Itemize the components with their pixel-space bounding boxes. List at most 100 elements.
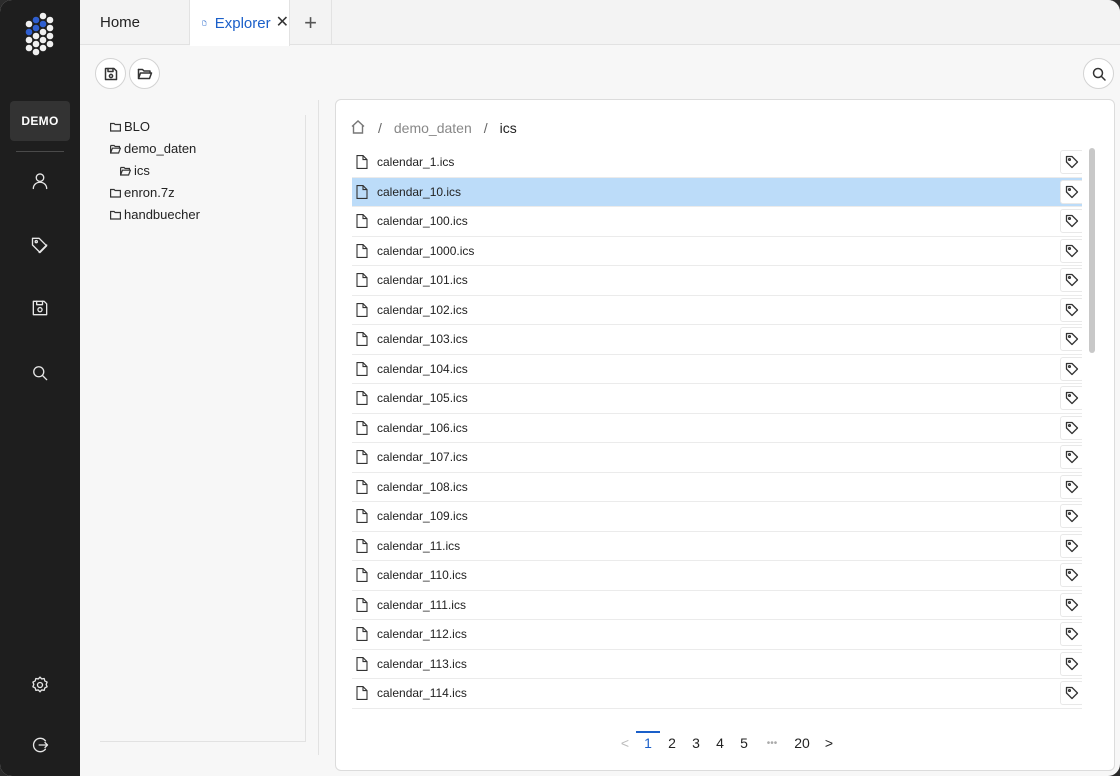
- pagination: < 1 2 3 4 5 ••• 20 >: [614, 731, 842, 754]
- tag-button[interactable]: [1060, 356, 1082, 381]
- tag-button[interactable]: [1060, 268, 1082, 292]
- tag-icon: [1065, 539, 1079, 552]
- add-tab-button[interactable]: +: [290, 0, 332, 45]
- file-row[interactable]: calendar_107.ics: [352, 443, 1082, 473]
- file-row[interactable]: calendar_105.ics: [352, 384, 1082, 414]
- sidebar-item-settings[interactable]: [26, 671, 54, 699]
- file-row[interactable]: calendar_111.ics: [352, 591, 1082, 620]
- tree-item-ics[interactable]: ics: [120, 163, 150, 178]
- open-folder-button[interactable]: [129, 58, 160, 89]
- file-row[interactable]: calendar_100.ics: [352, 207, 1082, 237]
- tag-button[interactable]: [1060, 622, 1082, 646]
- file-list: calendar_1.ics calendar_10.ics calendar_10…: [352, 148, 1082, 714]
- file-name: calendar_11.ics: [377, 538, 461, 553]
- file-name: calendar_102.ics: [377, 302, 468, 317]
- breadcrumb-demo-daten[interactable]: demo_daten: [394, 120, 472, 136]
- scrollbar[interactable]: [1086, 148, 1098, 714]
- tag-button[interactable]: [1060, 415, 1082, 440]
- tag-button[interactable]: [1060, 238, 1082, 263]
- file-name: calendar_114.ics: [377, 686, 467, 701]
- file-icon: [356, 627, 368, 642]
- sidebar-item-save[interactable]: [26, 294, 54, 322]
- file-row[interactable]: calendar_1.ics: [352, 148, 1082, 178]
- file-row[interactable]: calendar_11.ics: [352, 532, 1082, 561]
- file-row[interactable]: calendar_113.ics: [352, 650, 1082, 679]
- tab-home[interactable]: Home: [80, 0, 190, 45]
- tag-icon: [1065, 450, 1079, 464]
- page-2[interactable]: 2: [660, 735, 684, 751]
- file-row[interactable]: calendar_1000.ics: [352, 237, 1082, 266]
- logo-dot: [32, 24, 40, 32]
- page-5[interactable]: 5: [732, 735, 756, 751]
- tag-button[interactable]: [1060, 563, 1082, 587]
- file-icon: [356, 479, 368, 494]
- file-row[interactable]: calendar_106.ics: [352, 414, 1082, 443]
- tree-item-demo-daten[interactable]: demo_daten: [110, 141, 196, 156]
- page-4[interactable]: 4: [708, 735, 732, 751]
- file-icon: [356, 538, 368, 553]
- sidebar-item-user[interactable]: [26, 167, 54, 195]
- tag-button[interactable]: [1060, 386, 1082, 410]
- file-icon: [356, 656, 368, 671]
- breadcrumb-separator: /: [378, 120, 382, 136]
- tag-button[interactable]: [1060, 681, 1082, 705]
- tag-button[interactable]: [1060, 209, 1082, 233]
- scrollbar-thumb[interactable]: [1089, 148, 1095, 353]
- page-3[interactable]: 3: [684, 735, 708, 751]
- logo-dot: [32, 16, 40, 24]
- tag-button[interactable]: [1060, 297, 1082, 322]
- tag-button[interactable]: [1060, 592, 1082, 617]
- tag-button[interactable]: [1060, 504, 1082, 528]
- file-name: calendar_112.ics: [377, 627, 467, 642]
- tree-item-enron[interactable]: enron.7z: [110, 185, 175, 200]
- file-row[interactable]: calendar_110.ics: [352, 561, 1082, 591]
- logo-dot: [46, 16, 54, 24]
- sidebar-item-tags[interactable]: [26, 231, 54, 259]
- search-button[interactable]: [1083, 58, 1114, 89]
- tag-button[interactable]: [1060, 651, 1082, 676]
- file-name: calendar_113.ics: [377, 656, 467, 671]
- pagination-ellipsis[interactable]: •••: [756, 738, 788, 749]
- tag-icon: [1065, 686, 1079, 700]
- save-button[interactable]: [95, 58, 126, 89]
- file-row[interactable]: calendar_102.ics: [352, 296, 1082, 325]
- breadcrumb: / demo_daten / ics: [350, 118, 517, 138]
- page-1[interactable]: 1: [636, 731, 660, 751]
- next-page-button[interactable]: >: [816, 735, 842, 751]
- tag-icon: [31, 237, 48, 254]
- tag-icon: [1065, 273, 1079, 287]
- tree-item-label: BLO: [124, 119, 151, 134]
- tag-icon: [1065, 568, 1079, 582]
- logo-dot: [25, 20, 33, 28]
- tag-icon: [1065, 244, 1079, 257]
- tag-button[interactable]: [1060, 179, 1082, 204]
- page-20[interactable]: 20: [788, 735, 816, 751]
- tag-button[interactable]: [1060, 445, 1082, 469]
- sidebar-item-logout[interactable]: [26, 731, 54, 759]
- file-row[interactable]: calendar_109.ics: [352, 502, 1082, 532]
- tab-explorer[interactable]: Explorer ✕: [190, 0, 290, 46]
- file-row[interactable]: calendar_104.ics: [352, 355, 1082, 384]
- file-row[interactable]: calendar_108.ics: [352, 473, 1082, 502]
- close-icon[interactable]: ✕: [276, 15, 289, 31]
- file-row[interactable]: calendar_101.ics: [352, 266, 1082, 296]
- tag-button[interactable]: [1060, 327, 1082, 351]
- file-row[interactable]: calendar_103.ics: [352, 325, 1082, 355]
- file-name: calendar_106.ics: [377, 420, 468, 435]
- file-row[interactable]: calendar_114.ics: [352, 679, 1082, 709]
- file-row[interactable]: calendar_112.ics: [352, 620, 1082, 650]
- app-logo: [22, 12, 58, 60]
- tag-button[interactable]: [1060, 474, 1082, 499]
- tag-button[interactable]: [1060, 533, 1082, 558]
- panel-divider: [318, 100, 319, 755]
- file-row[interactable]: calendar_10.ics: [352, 177, 1082, 207]
- prev-page-button[interactable]: <: [614, 735, 636, 751]
- tree-item-handbuecher[interactable]: handbuecher: [110, 207, 200, 222]
- folder-open-icon: [110, 144, 121, 154]
- tag-button[interactable]: [1060, 150, 1082, 174]
- home-icon[interactable]: [350, 119, 366, 138]
- tree-item-blo[interactable]: BLO: [110, 119, 150, 134]
- demo-badge[interactable]: DEMO: [10, 101, 70, 141]
- sidebar-item-search[interactable]: [26, 359, 54, 387]
- file-icon: [356, 450, 368, 465]
